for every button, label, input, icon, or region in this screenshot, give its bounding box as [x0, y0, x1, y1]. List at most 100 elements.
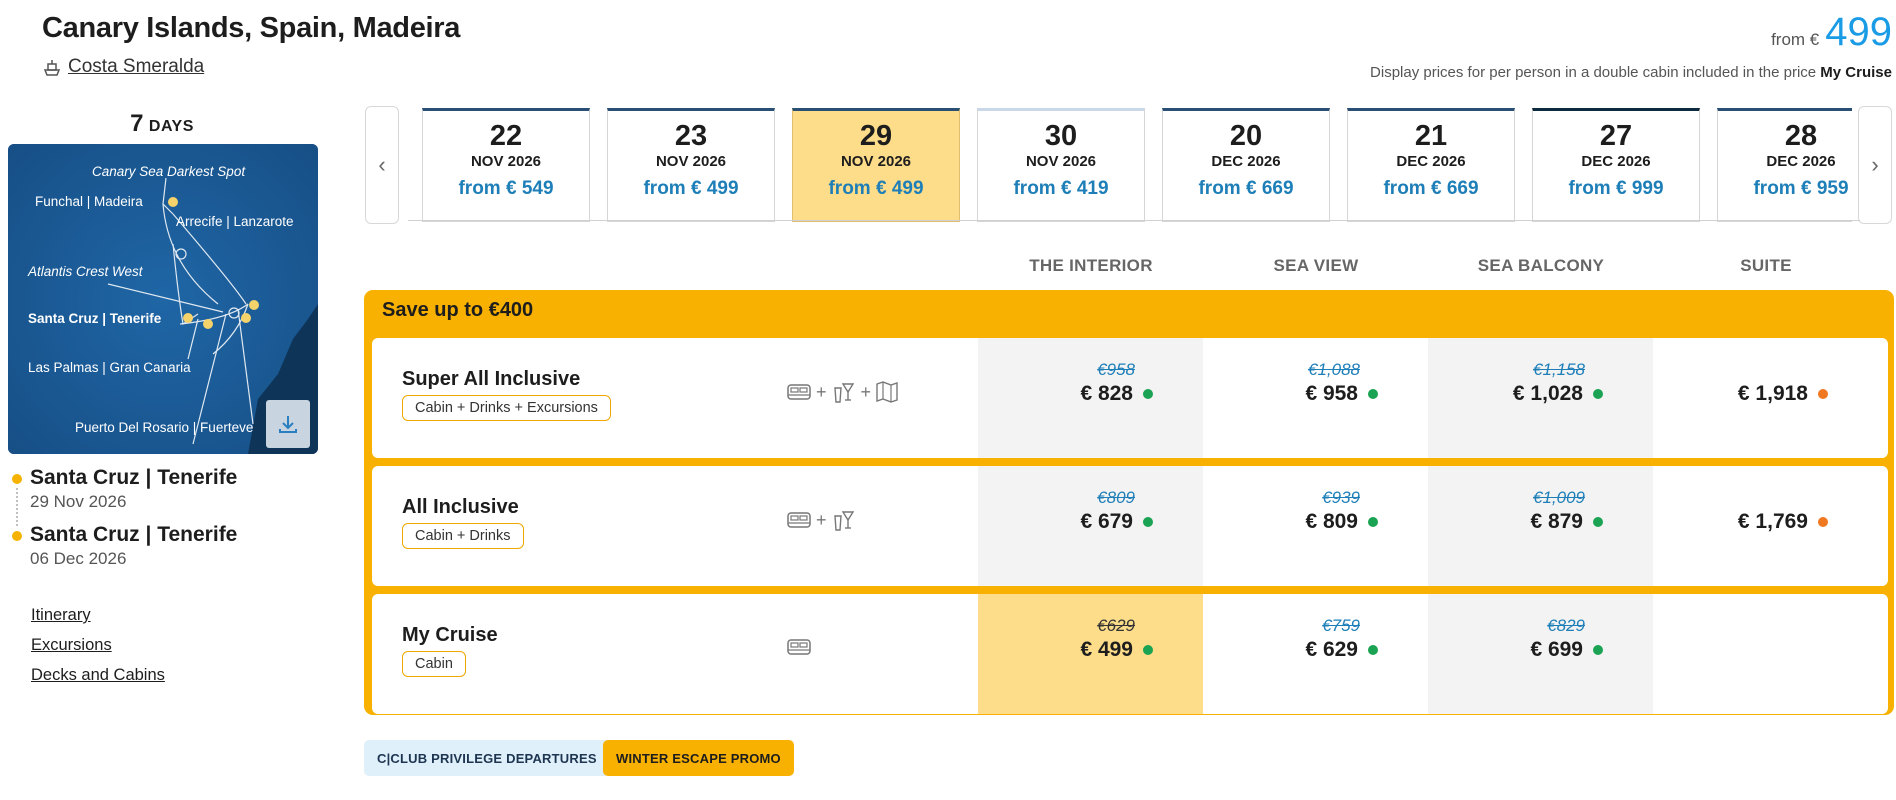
date-day: 30 — [1044, 120, 1078, 152]
date-card[interactable]: 23 NOV 2026 from € 499 — [607, 108, 775, 222]
price-from: from € 499 — [1771, 10, 1892, 55]
date-card[interactable]: 28 DEC 2026 from € 959 — [1717, 108, 1852, 222]
old-price: €629 — [1097, 616, 1135, 635]
package-icons — [786, 636, 812, 658]
date-price: from € 419 — [1013, 178, 1109, 199]
plus-icon: + — [816, 381, 827, 402]
price-cell-interior[interactable]: €958 € 828 — [978, 338, 1203, 458]
date-card[interactable]: 27 DEC 2026 from € 999 — [1532, 108, 1700, 222]
map-label-santa-cruz: Santa Cruz | Tenerife — [28, 311, 162, 326]
bed-icon — [787, 512, 811, 528]
price-value: € 879 — [1530, 510, 1583, 533]
package-tag: Cabin — [402, 651, 466, 677]
availability-dot-icon — [1143, 517, 1153, 527]
package-name: Super All Inclusive — [402, 368, 581, 390]
winter-escape-badge[interactable]: WINTER ESCAPE PROMO — [603, 740, 794, 776]
date-day: 23 — [674, 120, 708, 152]
date-day: 28 — [1784, 120, 1818, 152]
stop-dot-icon — [12, 531, 22, 541]
column-interior: THE INTERIOR — [1029, 256, 1153, 275]
package-tag: Cabin + Drinks + Excursions — [402, 395, 611, 421]
link-excursions[interactable]: Excursions — [31, 636, 165, 655]
new-price: € 1,769 — [1738, 510, 1828, 534]
price-cell-sea-balcony[interactable]: €829 € 699 — [1428, 594, 1653, 714]
availability-dot-icon — [1368, 389, 1378, 399]
prev-dates-button[interactable]: ‹ — [365, 106, 399, 224]
date-price: from € 499 — [643, 178, 739, 199]
club-privilege-badge[interactable]: C|CLUB PRIVILEGE DEPARTURES — [364, 740, 610, 776]
price-cell-suite[interactable]: € 1,769 — [1653, 466, 1878, 586]
old-price: €958 — [1097, 360, 1135, 379]
map-label-las-palmas: Las Palmas | Gran Canaria — [28, 360, 191, 375]
date-card[interactable]: 20 DEC 2026 from € 669 — [1162, 108, 1330, 222]
price-cell-sea-balcony[interactable]: €1,158 € 1,028 — [1428, 338, 1653, 458]
price-cell-sea-balcony[interactable]: €1,009 € 879 — [1428, 466, 1653, 586]
date-month: NOV 2026 — [840, 153, 912, 170]
availability-dot-icon — [1593, 645, 1603, 655]
price-value: € 958 — [1305, 382, 1358, 405]
stop-embark: Santa Cruz | Tenerife 29 Nov 2026 — [12, 466, 237, 523]
price-cell-sea-view[interactable]: €759 € 629 — [1203, 594, 1428, 714]
new-price: € 499 — [1080, 638, 1153, 662]
price-value: € 499 — [1080, 638, 1133, 661]
availability-dot-icon — [1818, 389, 1828, 399]
ship-icon — [43, 60, 61, 76]
date-card[interactable]: 30 NOV 2026 from € 419 — [977, 108, 1145, 222]
bed-icon — [787, 384, 811, 400]
new-price: € 809 — [1305, 510, 1378, 534]
stop-date: 06 Dec 2026 — [30, 549, 127, 568]
date-price: from € 669 — [1198, 178, 1294, 199]
date-day: 27 — [1599, 120, 1633, 152]
cruise-duration: 7 DAYS — [8, 110, 316, 138]
link-decks-cabins[interactable]: Decks and Cabins — [31, 666, 165, 685]
map-label-arrecife: Arrecife | Lanzarote — [176, 214, 294, 229]
package-icons: + + — [786, 380, 899, 404]
ship-name[interactable]: Costa Smeralda — [68, 56, 204, 78]
date-card[interactable]: 22 NOV 2026 from € 549 — [422, 108, 590, 222]
price-cell-sea-view[interactable]: €1,088 € 958 — [1203, 338, 1428, 458]
next-dates-button[interactable]: › — [1858, 106, 1892, 224]
column-suite: SUITE — [1740, 256, 1792, 275]
dates-divider — [408, 220, 1860, 221]
availability-dot-icon — [1368, 517, 1378, 527]
new-price: € 958 — [1305, 382, 1378, 406]
package-row-my-cruise: My Cruise Cabin €629 € 499 €759 € 629 €8… — [372, 594, 1888, 714]
availability-dot-icon — [1143, 389, 1153, 399]
days-number: 7 — [130, 110, 144, 137]
excursion-map-icon — [876, 381, 898, 403]
price-value: € 699 — [1530, 638, 1583, 661]
availability-dot-icon — [1368, 645, 1378, 655]
price-value: € 679 — [1080, 510, 1133, 533]
date-day: 21 — [1414, 120, 1448, 152]
ship-link[interactable]: Costa Smeralda — [42, 56, 204, 78]
plus-icon: + — [860, 381, 872, 402]
old-price: €759 — [1322, 616, 1360, 635]
map-label-atlantis: Atlantis Crest West — [28, 264, 143, 279]
date-card[interactable]: 21 DEC 2026 from € 669 — [1347, 108, 1515, 222]
price-cell-interior[interactable]: €809 € 679 — [978, 466, 1203, 586]
date-price: from € 499 — [828, 178, 924, 199]
date-card-selected[interactable]: 29 NOV 2026 from € 499 — [792, 108, 960, 222]
price-cell-interior-selected[interactable]: €629 € 499 — [978, 594, 1203, 714]
chevron-left-icon: ‹ — [378, 152, 386, 177]
price-cell-sea-view[interactable]: €939 € 809 — [1203, 466, 1428, 586]
old-price: €1,009 — [1533, 488, 1585, 507]
date-price: from € 549 — [458, 178, 554, 199]
new-price: € 629 — [1305, 638, 1378, 662]
link-itinerary[interactable]: Itinerary — [31, 606, 165, 625]
package-name: My Cruise — [402, 624, 498, 646]
download-icon — [279, 416, 297, 433]
date-month: NOV 2026 — [655, 153, 727, 170]
stop-date: 29 Nov 2026 — [30, 492, 127, 511]
price-cell-suite-empty — [1653, 594, 1878, 714]
old-price: €939 — [1322, 488, 1360, 507]
date-month: NOV 2026 — [1025, 153, 1097, 170]
price-value: € 1,769 — [1737, 510, 1808, 533]
itinerary-stops: Santa Cruz | Tenerife 29 Nov 2026 Santa … — [12, 466, 237, 580]
stop-disembark: Santa Cruz | Tenerife 06 Dec 2026 — [12, 523, 237, 580]
column-sea-balcony: SEA BALCONY — [1477, 256, 1605, 275]
bed-icon — [787, 639, 811, 655]
download-map-button[interactable] — [266, 400, 310, 448]
new-price: € 1,918 — [1738, 382, 1828, 406]
price-cell-suite[interactable]: € 1,918 — [1653, 338, 1878, 458]
